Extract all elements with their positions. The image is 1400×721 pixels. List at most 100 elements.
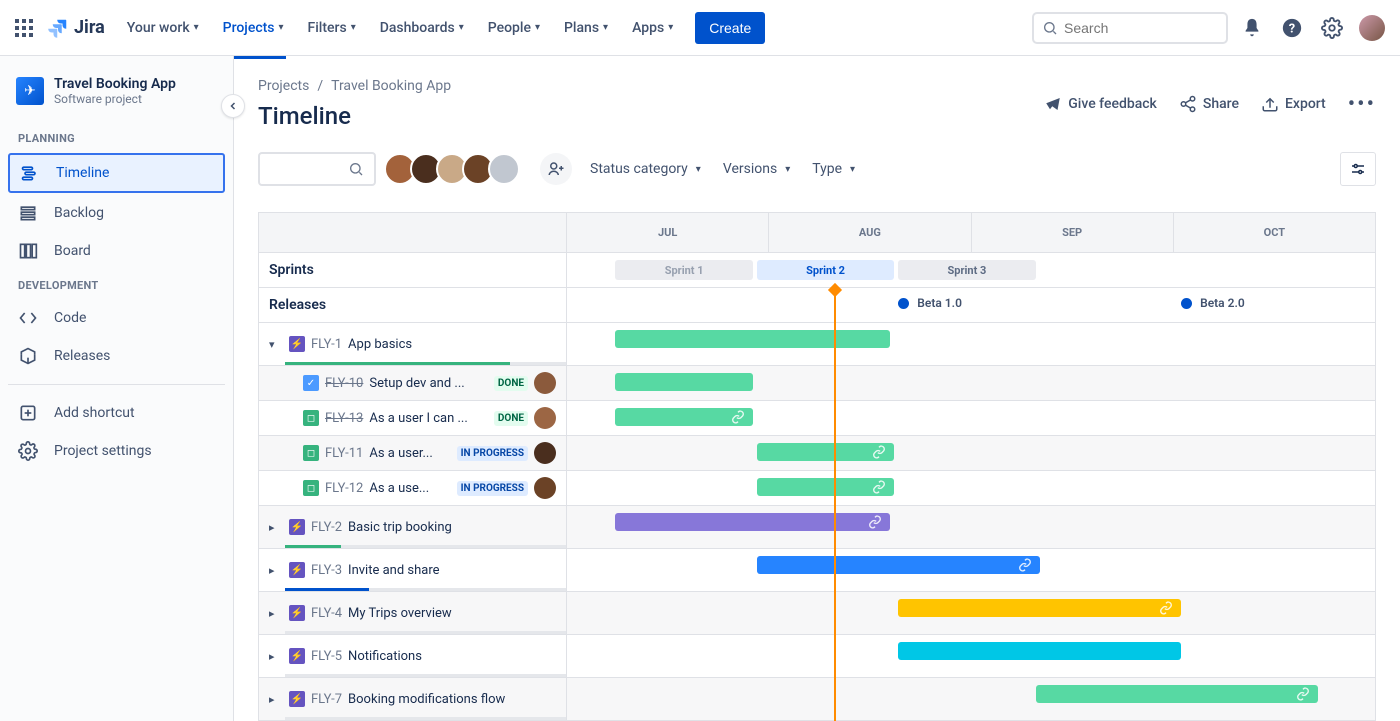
global-search[interactable] [1032,12,1228,44]
timeline-search[interactable] [258,152,376,186]
release-marker[interactable]: Beta 1.0 [898,296,962,310]
nav-item-people[interactable]: People▾ [478,14,550,42]
expand-toggle[interactable]: ▾ [269,338,285,351]
issue-summary[interactable]: As a user... [369,446,456,461]
timeline-bar[interactable] [898,642,1181,660]
profile-avatar[interactable] [1356,12,1388,44]
issue-key[interactable]: FLY-7 [311,692,342,707]
assignee-avatar[interactable] [534,477,556,499]
child-issue-row: ✓ FLY-10 Setup dev and ... DONE [259,366,1375,401]
release-marker[interactable]: Beta 2.0 [1181,296,1245,310]
timeline-bar[interactable] [757,556,1040,574]
story-icon: ◻ [303,480,319,496]
timeline-bar[interactable] [615,513,890,531]
epic-row: ▸ ⚡ FLY-3 Invite and share [259,549,1375,592]
issue-key[interactable]: FLY-3 [311,563,342,578]
main-content: Projects / Travel Booking App Timeline G… [234,56,1400,721]
timeline-bar[interactable] [1036,685,1319,703]
give-feedback-button[interactable]: Give feedback [1044,95,1157,113]
status-lozenge: IN PROGRESS [457,446,528,461]
sidebar: ✈ Travel Booking App Software project PL… [0,56,234,721]
issue-summary[interactable]: Setup dev and ... [369,376,494,391]
assignee-avatar[interactable] [534,407,556,429]
app-switcher-icon[interactable] [12,16,36,40]
export-button[interactable]: Export [1261,95,1326,113]
story-icon: ◻ [303,410,319,426]
issue-summary[interactable]: My Trips overview [348,606,452,621]
expand-toggle[interactable]: ▸ [269,650,285,663]
sprint-pill[interactable]: Sprint 2 [757,260,894,280]
expand-toggle[interactable]: ▸ [269,607,285,620]
issue-summary[interactable]: As a user I can ... [369,411,494,426]
expand-toggle[interactable]: ▸ [269,564,285,577]
timeline-bar[interactable] [615,408,752,426]
nav-item-your-work[interactable]: Your work▾ [117,14,209,42]
timeline-grid: JULAUGSEPOCT Sprints Sprint 1Sprint 2Spr… [258,212,1376,721]
issue-key[interactable]: FLY-2 [311,520,342,535]
type-filter[interactable]: Type▾ [808,155,859,183]
issue-summary[interactable]: Booking modifications flow [348,692,505,707]
project-header[interactable]: ✈ Travel Booking App Software project [8,76,225,124]
task-icon: ✓ [303,375,319,391]
story-icon: ◻ [303,445,319,461]
breadcrumb-root[interactable]: Projects [258,78,309,94]
status-category-filter[interactable]: Status category▾ [586,155,705,183]
issue-summary[interactable]: App basics [348,337,412,352]
timeline-bar[interactable] [615,373,752,391]
issue-key[interactable]: FLY-5 [311,649,342,664]
expand-toggle[interactable]: ▸ [269,693,285,706]
avatar[interactable] [488,153,520,185]
nav-item-apps[interactable]: Apps▾ [622,14,683,42]
issue-key[interactable]: FLY-10 [325,376,363,391]
timeline-bar[interactable] [898,599,1181,617]
search-input[interactable] [1064,20,1204,36]
issue-key[interactable]: FLY-13 [325,411,363,426]
nav-item-plans[interactable]: Plans▾ [554,14,618,42]
more-actions-button[interactable]: ••• [1348,92,1376,117]
settings-icon[interactable] [1316,12,1348,44]
sidebar-divider [8,384,225,385]
help-icon[interactable]: ? [1276,12,1308,44]
create-button[interactable]: Create [695,12,765,44]
child-issue-row: ◻ FLY-13 As a user I can ... DONE [259,401,1375,436]
issue-summary[interactable]: Basic trip booking [348,520,452,535]
sidebar-item-project-settings[interactable]: Project settings [8,433,225,469]
child-issue-row: ◻ FLY-12 As a use... IN PROGRESS [259,471,1375,506]
sidebar-item-timeline[interactable]: Timeline [8,153,225,193]
epic-row: ▸ ⚡ FLY-7 Booking modifications flow [259,678,1375,721]
sidebar-item-releases[interactable]: Releases [8,338,225,374]
expand-toggle[interactable]: ▸ [269,521,285,534]
assignee-avatar[interactable] [534,372,556,394]
status-lozenge: DONE [494,411,528,426]
issue-key[interactable]: FLY-11 [325,446,363,461]
share-button[interactable]: Share [1179,95,1239,113]
versions-filter[interactable]: Versions▾ [719,155,794,183]
issue-summary[interactable]: Notifications [348,649,422,664]
view-settings-button[interactable] [1340,152,1376,186]
assignee-avatar[interactable] [534,442,556,464]
releases-row: Releases Beta 1.0Beta 2.0 [259,288,1375,323]
nav-item-projects[interactable]: Projects▾ [213,14,294,42]
sidebar-item-code[interactable]: Code [8,300,225,336]
nav-item-filters[interactable]: Filters▾ [298,14,366,42]
sidebar-item-backlog[interactable]: Backlog [8,195,225,231]
issue-summary[interactable]: As a use... [369,481,456,496]
nav-item-dashboards[interactable]: Dashboards▾ [370,14,474,42]
assignee-filter-avatars[interactable] [390,153,520,185]
issue-key[interactable]: FLY-12 [325,481,363,496]
issue-key[interactable]: FLY-4 [311,606,342,621]
breadcrumb: Projects / Travel Booking App [258,78,451,94]
sidebar-item-add-shortcut[interactable]: Add shortcut [8,395,225,431]
jira-logo[interactable]: Jira [46,16,105,40]
timeline-bar[interactable] [757,443,894,461]
notifications-icon[interactable] [1236,12,1268,44]
timeline-bar[interactable] [615,330,890,348]
issue-summary[interactable]: Invite and share [348,563,439,578]
sprint-pill[interactable]: Sprint 3 [898,260,1035,280]
sprint-pill[interactable]: Sprint 1 [615,260,752,280]
issue-key[interactable]: FLY-1 [311,337,342,352]
add-person-button[interactable] [540,153,572,185]
sidebar-item-board[interactable]: Board [8,233,225,269]
breadcrumb-project[interactable]: Travel Booking App [331,78,451,94]
timeline-bar[interactable] [757,478,894,496]
